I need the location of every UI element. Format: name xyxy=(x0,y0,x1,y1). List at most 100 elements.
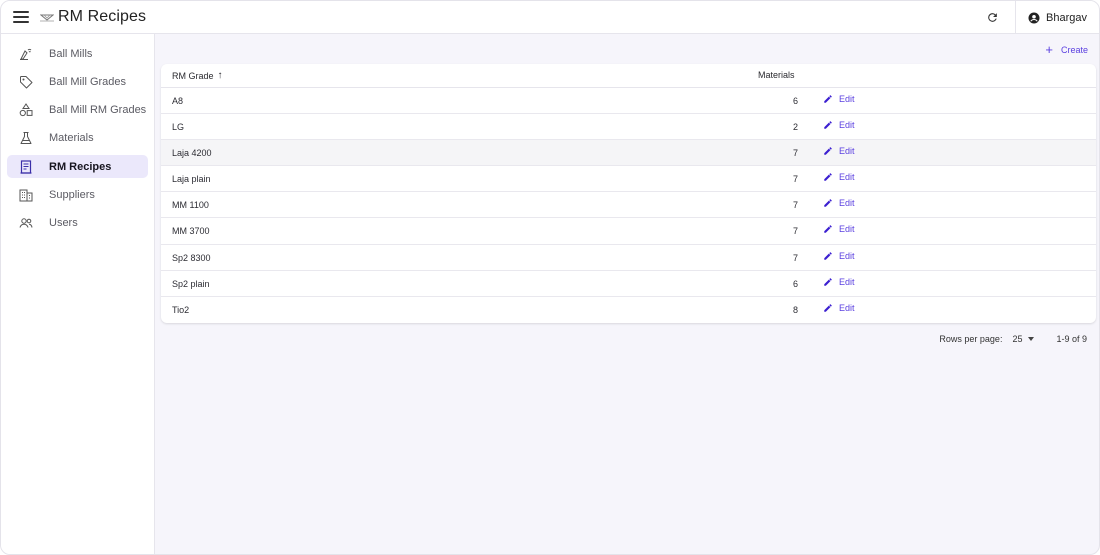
user-name: Bhargav xyxy=(1046,11,1087,24)
pencil-icon xyxy=(823,146,833,156)
cell-rm-grade: Sp2 8300 xyxy=(172,252,211,263)
edit-button[interactable]: Edit xyxy=(823,94,855,104)
cell-materials: 7 xyxy=(792,226,798,237)
chevron-down-icon xyxy=(1028,337,1035,341)
sidebar-item-label: Ball Mills xyxy=(49,47,93,60)
receipt-icon xyxy=(19,160,33,174)
tag-icon xyxy=(19,75,33,89)
table-row[interactable]: MM 3700 7 Edit xyxy=(161,218,1096,245)
cell-materials: 7 xyxy=(792,148,798,159)
users-icon xyxy=(19,216,33,230)
create-button-label: Create xyxy=(1060,45,1088,55)
edit-button[interactable]: Edit xyxy=(823,172,855,182)
sidebar-item-ball-mills[interactable]: Ball Mills xyxy=(7,42,148,65)
plus-icon: + xyxy=(1045,42,1053,57)
column-header-rm-grade[interactable]: RM Grade ↑ xyxy=(172,70,223,81)
pencil-icon xyxy=(823,251,833,261)
table-row[interactable]: LG 2 Edit xyxy=(161,114,1096,141)
user-menu-button[interactable]: Bhargav xyxy=(1016,1,1099,34)
sidebar-item-label: RM Recipes xyxy=(49,160,112,173)
edit-label: Edit xyxy=(839,94,855,104)
sidebar-item-label: Materials xyxy=(49,132,94,145)
cell-rm-grade: Tio2 xyxy=(172,304,190,315)
edit-button[interactable]: Edit xyxy=(823,224,855,234)
pencil-icon xyxy=(823,94,833,104)
column-header-materials[interactable]: Materials xyxy=(758,70,795,80)
cell-rm-grade: Laja 4200 xyxy=(172,148,212,159)
rm-recipes-table: RM Grade ↑ Materials A8 6 Edit LG 2 Edit… xyxy=(161,64,1096,323)
edit-label: Edit xyxy=(839,276,855,287)
create-button[interactable]: + Create xyxy=(1045,43,1088,57)
edit-label: Edit xyxy=(839,250,855,261)
cell-rm-grade: Laja plain xyxy=(172,174,211,185)
edit-button[interactable]: Edit xyxy=(823,277,855,287)
rows-per-page-value: 25 xyxy=(1012,334,1023,344)
rows-per-page-label: Rows per page: xyxy=(939,334,1003,344)
pencil-icon xyxy=(823,172,833,182)
page-title: RM Recipes xyxy=(58,8,147,25)
building-icon xyxy=(19,188,33,202)
account-circle-icon xyxy=(1028,12,1040,23)
top-app-bar: RM Recipes Bhargav xyxy=(1,1,1099,34)
edit-button[interactable]: Edit xyxy=(823,198,855,208)
table-row[interactable]: Sp2 8300 7 Edit xyxy=(161,245,1096,271)
sidebar-item-ball-mill-grades[interactable]: Ball Mill Grades xyxy=(7,70,148,93)
sidebar-item-label: Suppliers xyxy=(49,188,95,201)
sidebar-item-rm-recipes[interactable]: RM Recipes xyxy=(7,155,148,179)
column-header-label: RM Grade xyxy=(172,70,214,81)
cell-rm-grade: LG xyxy=(172,122,185,133)
cell-rm-grade: A8 xyxy=(172,96,184,106)
table-row[interactable]: Tio2 8 Edit xyxy=(161,297,1096,323)
edit-label: Edit xyxy=(839,198,855,209)
pencil-icon xyxy=(823,277,833,287)
edit-button[interactable]: Edit xyxy=(823,303,855,313)
sidebar: Ball Mills Ball Mill Grades Ball Mill RM… xyxy=(1,34,155,554)
app-window: RM Recipes Bhargav Ball Mills Ball Mill … xyxy=(0,0,1100,555)
sort-ascending-icon: ↑ xyxy=(217,70,223,81)
cell-materials: 7 xyxy=(792,174,798,185)
pencil-icon xyxy=(823,224,833,234)
cell-materials: 7 xyxy=(792,252,798,263)
table-row[interactable]: Laja plain 7 Edit xyxy=(161,166,1096,193)
sidebar-item-label: Ball Mill RM Grades xyxy=(49,104,147,117)
cell-rm-grade: MM 1100 xyxy=(172,200,209,211)
edit-label: Edit xyxy=(839,302,855,313)
sidebar-item-users[interactable]: Users xyxy=(7,212,148,235)
table-row[interactable]: MM 1100 7 Edit xyxy=(161,192,1096,219)
ball-mill-icon xyxy=(19,47,33,61)
cell-materials: 7 xyxy=(792,200,798,211)
pagination-range: 1-9 of 9 xyxy=(1056,334,1087,344)
pencil-icon xyxy=(823,120,833,130)
logo-icon xyxy=(40,12,54,22)
cell-materials: 6 xyxy=(792,278,798,289)
flask-icon xyxy=(19,131,33,145)
sidebar-item-materials[interactable]: Materials xyxy=(7,127,148,150)
table-header: RM Grade ↑ Materials xyxy=(161,64,1096,88)
sidebar-item-label: Ball Mill Grades xyxy=(49,75,127,88)
shapes-icon xyxy=(19,103,33,117)
sidebar-item-suppliers[interactable]: Suppliers xyxy=(7,183,148,206)
pencil-icon xyxy=(823,303,833,313)
edit-label: Edit xyxy=(839,146,855,157)
pencil-icon xyxy=(823,198,833,208)
table-row[interactable]: A8 6 Edit xyxy=(161,88,1096,115)
rows-per-page-select[interactable]: 25 xyxy=(1012,334,1035,344)
edit-button[interactable]: Edit xyxy=(823,120,855,130)
refresh-icon[interactable] xyxy=(977,3,1007,33)
edit-button[interactable]: Edit xyxy=(823,251,855,261)
edit-label: Edit xyxy=(839,172,855,183)
sidebar-item-ball-mill-rm-grades[interactable]: Ball Mill RM Grades xyxy=(7,99,148,122)
table-pagination: Rows per page: 25 1-9 of 9 xyxy=(939,334,1087,344)
cell-materials: 8 xyxy=(792,304,798,315)
menu-icon[interactable] xyxy=(13,11,29,23)
table-row[interactable]: Laja 4200 7 Edit xyxy=(161,140,1096,167)
cell-materials: 2 xyxy=(792,122,798,133)
cell-rm-grade: MM 3700 xyxy=(172,226,210,237)
cell-materials: 6 xyxy=(792,96,798,106)
cell-rm-grade: Sp2 plain xyxy=(172,278,210,289)
edit-label: Edit xyxy=(839,224,855,235)
table-row[interactable]: Sp2 plain 6 Edit xyxy=(161,271,1096,297)
sidebar-item-label: Users xyxy=(49,217,78,230)
edit-label: Edit xyxy=(839,120,855,131)
edit-button[interactable]: Edit xyxy=(823,146,855,156)
